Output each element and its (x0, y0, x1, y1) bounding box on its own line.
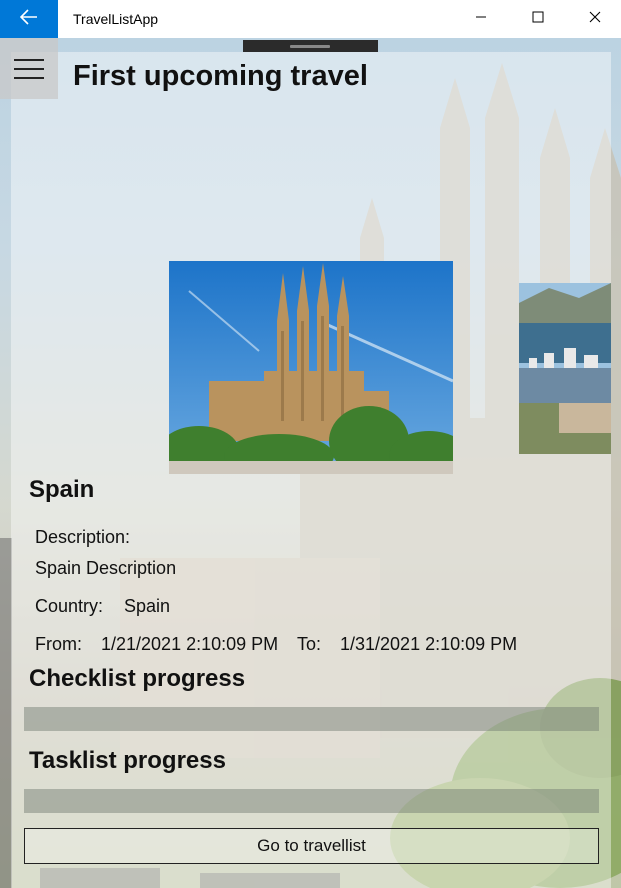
description-label: Description: (35, 527, 131, 547)
tasklist-progress-bar (24, 789, 599, 813)
maximize-button[interactable] (509, 0, 566, 38)
drag-handle[interactable] (243, 40, 378, 52)
app-title: TravelListApp (73, 11, 159, 27)
travel-image-carousel-item[interactable] (169, 261, 453, 474)
to-date: 1/31/2021 2:10:09 PM (340, 634, 518, 654)
grip-icon (290, 45, 330, 48)
hamburger-menu-button[interactable] (0, 38, 58, 99)
title-bar: TravelListApp (0, 0, 621, 38)
close-button[interactable] (566, 0, 621, 38)
travel-image-carousel-next[interactable] (519, 283, 611, 454)
checklist-progress-title: Checklist progress (29, 665, 246, 692)
country-value: Spain (124, 596, 171, 616)
from-date: 1/21/2021 2:10:09 PM (101, 634, 279, 654)
checklist-progress-bar (24, 707, 599, 731)
maximize-icon (532, 10, 544, 28)
menu-line (14, 58, 44, 61)
minimize-button[interactable] (452, 0, 509, 38)
page-title: First upcoming travel (73, 60, 368, 92)
tasklist-progress-title: Tasklist progress (29, 747, 226, 774)
to-label: To: (297, 634, 322, 654)
country-label: Country: (35, 596, 104, 616)
destination-title: Spain (29, 476, 95, 503)
arrow-left-icon (19, 8, 38, 30)
back-button[interactable] (0, 0, 58, 38)
minimize-icon (475, 10, 487, 28)
menu-line (14, 67, 44, 70)
close-icon (589, 10, 601, 28)
description-value: Spain Description (35, 558, 177, 578)
menu-line (14, 76, 44, 79)
go-to-travellist-button[interactable]: Go to travellist (24, 828, 599, 864)
from-label: From: (35, 634, 82, 654)
